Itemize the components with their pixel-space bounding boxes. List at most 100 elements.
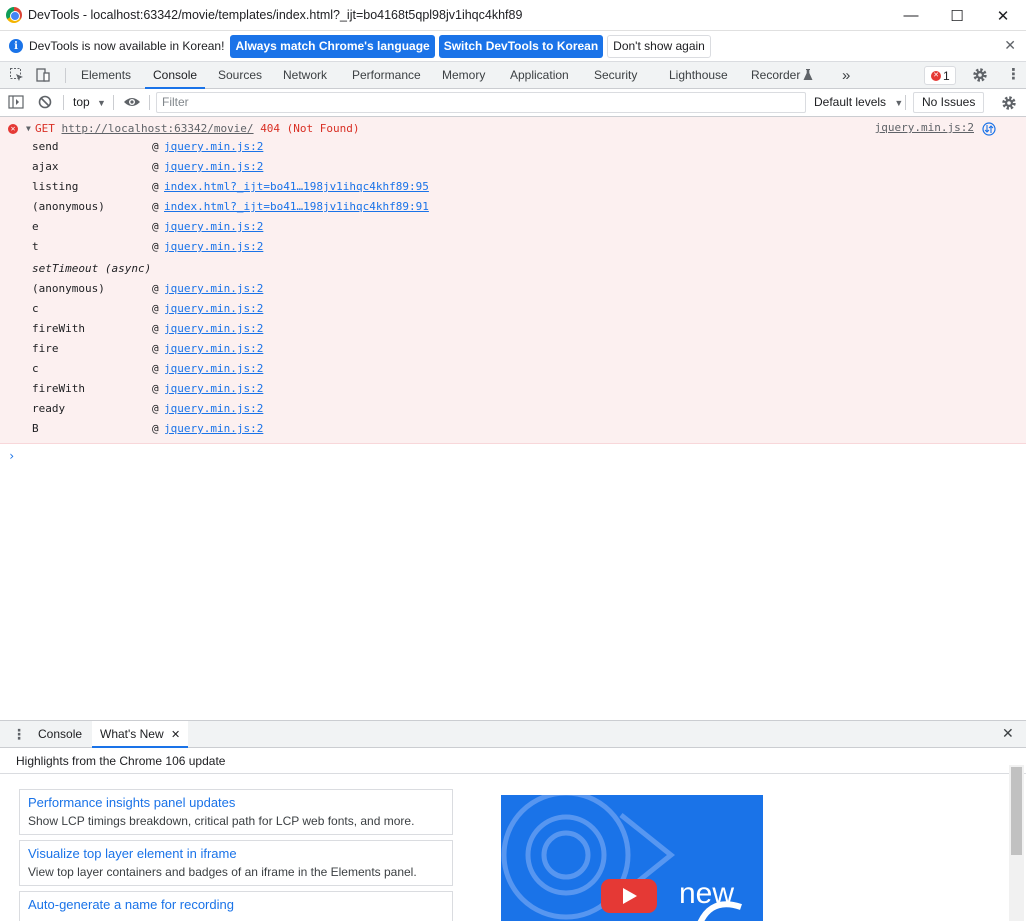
stack-at-sign: @ (152, 342, 159, 355)
expand-triangle-icon[interactable]: ▼ (26, 124, 31, 133)
card-title[interactable]: Performance insights panel updates (28, 793, 444, 812)
stack-source-link[interactable]: jquery.min.js:2 (164, 299, 263, 319)
stack-frame: ready @ jquery.min.js:2 (0, 399, 1026, 419)
drawer-tab-console[interactable]: Console (38, 721, 82, 748)
whats-new-video-thumbnail[interactable]: new (501, 795, 763, 921)
stack-source-link[interactable]: index.html?_ijt=bo41…198jv1ihqc4khf89:91 (164, 197, 429, 217)
stack-source-link[interactable]: jquery.min.js:2 (164, 319, 263, 339)
card-title[interactable]: Auto-generate a name for recording (28, 895, 444, 914)
console-toolbar: top ▼ Filter Default levels ▼ No Issues (0, 89, 1026, 117)
stack-frame: (anonymous) @ jquery.min.js:2 (0, 279, 1026, 299)
more-tabs-button[interactable]: » (842, 62, 850, 89)
error-source-link[interactable]: jquery.min.js:2 (875, 121, 974, 134)
filter-input[interactable]: Filter (156, 92, 806, 113)
stack-function-name: e (32, 220, 39, 233)
settings-gear-icon[interactable] (972, 67, 988, 86)
stack-source-link[interactable]: jquery.min.js:2 (164, 359, 263, 379)
drawer-tabbar: ⋮ Console What's New ✕ ✕ (0, 720, 1026, 748)
stack-frame: (anonymous) @ index.html?_ijt=bo41…198jv1i… (0, 197, 1026, 217)
sidebar-toggle-icon[interactable] (8, 95, 24, 112)
stack-at-sign: @ (152, 322, 159, 335)
stack-at-sign: @ (152, 282, 159, 295)
stack-function-name: send (32, 140, 59, 153)
stack-source-link[interactable]: jquery.min.js:2 (164, 339, 263, 359)
error-status: 404 (Not Found) (260, 122, 360, 135)
stack-source-link[interactable]: jquery.min.js:2 (164, 237, 263, 257)
stack-source-link[interactable]: jquery.min.js:2 (164, 399, 263, 419)
stack-function-name: c (32, 362, 39, 375)
stack-function-name: ready (32, 402, 66, 415)
tab-elements[interactable]: Elements (81, 62, 131, 89)
issues-button[interactable]: No Issues (913, 92, 985, 113)
infobar-message: DevTools is now available in Korean! (29, 39, 225, 53)
flask-icon (803, 69, 813, 84)
error-url-link[interactable]: http://localhost:63342/movie/ (62, 122, 254, 135)
tab-application[interactable]: Application (510, 62, 569, 89)
minimize-button[interactable]: — (888, 0, 934, 31)
video-caption: new (679, 877, 735, 910)
kebab-menu-icon[interactable]: ⋮ (1006, 67, 1021, 83)
whats-new-card[interactable]: Performance insights panel updates Show … (19, 789, 453, 835)
stack-frame: send @ jquery.min.js:2 (0, 137, 1026, 157)
tab-performance[interactable]: Performance (352, 62, 421, 89)
tab-console[interactable]: Console (145, 62, 206, 89)
error-text: GET http://localhost:63342/movie/ 404 (N… (35, 121, 360, 137)
drawer-tab-whats-new[interactable]: What's New ✕ (92, 721, 189, 748)
stack-frame: c @ jquery.min.js:2 (0, 299, 1026, 319)
devtools-tabbar: Elements Console Sources Network Perform… (0, 62, 1026, 89)
stack-source-link[interactable]: jquery.min.js:2 (164, 137, 263, 157)
console-settings-gear-icon[interactable] (1001, 95, 1017, 114)
divider (149, 95, 150, 110)
log-levels-dropdown[interactable]: Default levels ▼ (814, 95, 903, 109)
maximize-button[interactable]: ☐ (934, 0, 980, 31)
dropdown-arrow-icon: ▼ (894, 98, 904, 108)
stack-frame: listing @ index.html?_ijt=bo41…198jv1ihqc4… (0, 177, 1026, 197)
stack-source-link[interactable]: jquery.min.js:2 (164, 419, 263, 439)
whats-new-card[interactable]: Visualize top layer element in iframe Vi… (19, 840, 453, 886)
tab-sources[interactable]: Sources (218, 62, 262, 89)
stack-source-link[interactable]: jquery.min.js:2 (164, 217, 263, 237)
stack-at-sign: @ (152, 302, 159, 315)
stack-frame: fire @ jquery.min.js:2 (0, 339, 1026, 359)
stack-at-sign: @ (152, 402, 159, 415)
close-drawer-icon[interactable]: ✕ (1002, 725, 1014, 742)
stack-function-name: c (32, 302, 39, 315)
stack-frame: t @ jquery.min.js:2 (0, 237, 1026, 257)
live-expression-eye-icon[interactable] (123, 96, 141, 111)
card-title[interactable]: Visualize top layer element in iframe (28, 844, 444, 863)
drawer-scrollbar[interactable] (1009, 765, 1024, 921)
stack-function-name: fireWith (32, 322, 85, 335)
card-description: Show LCP timings breakdown, critical pat… (28, 814, 415, 828)
match-language-button[interactable]: Always match Chrome's language (230, 34, 435, 58)
context-selector[interactable]: top ▼ (73, 95, 106, 109)
youtube-play-icon[interactable] (601, 879, 657, 913)
stack-source-link[interactable]: jquery.min.js:2 (164, 279, 263, 299)
tab-network[interactable]: Network (283, 62, 327, 89)
console-prompt[interactable]: › (8, 449, 15, 463)
inspect-element-icon[interactable] (9, 67, 25, 86)
card-description: View top layer containers and badges of … (28, 865, 417, 879)
device-toolbar-icon[interactable] (35, 67, 51, 86)
close-tab-icon[interactable]: ✕ (171, 729, 180, 741)
scrollbar-thumb[interactable] (1011, 767, 1022, 855)
drawer-menu-icon[interactable]: ⋮ (12, 726, 26, 742)
stack-source-link[interactable]: jquery.min.js:2 (164, 379, 263, 399)
dont-show-again-button[interactable]: Don't show again (607, 34, 711, 58)
stack-frame: fireWith @ jquery.min.js:2 (0, 319, 1026, 339)
tab-recorder[interactable]: Recorder (751, 62, 800, 89)
stack-at-sign: @ (152, 140, 159, 153)
clear-console-icon[interactable] (38, 95, 52, 112)
switch-korean-button[interactable]: Switch DevTools to Korean (438, 34, 604, 58)
error-count: 1 (943, 69, 950, 83)
infobar-close-icon[interactable]: ✕ (1004, 37, 1016, 54)
tab-memory[interactable]: Memory (442, 62, 485, 89)
stack-source-link[interactable]: jquery.min.js:2 (164, 157, 263, 177)
tab-security[interactable]: Security (594, 62, 637, 89)
stack-source-link[interactable]: index.html?_ijt=bo41…198jv1ihqc4khf89:95 (164, 177, 429, 197)
tab-lighthouse[interactable]: Lighthouse (669, 62, 728, 89)
whats-new-card[interactable]: Auto-generate a name for recording (19, 891, 453, 921)
stack-function-name: (anonymous) (32, 200, 105, 213)
stack-at-sign: @ (152, 422, 159, 435)
error-count-badge[interactable]: ✕ 1 (924, 66, 956, 85)
close-window-button[interactable]: ✕ (980, 0, 1026, 31)
